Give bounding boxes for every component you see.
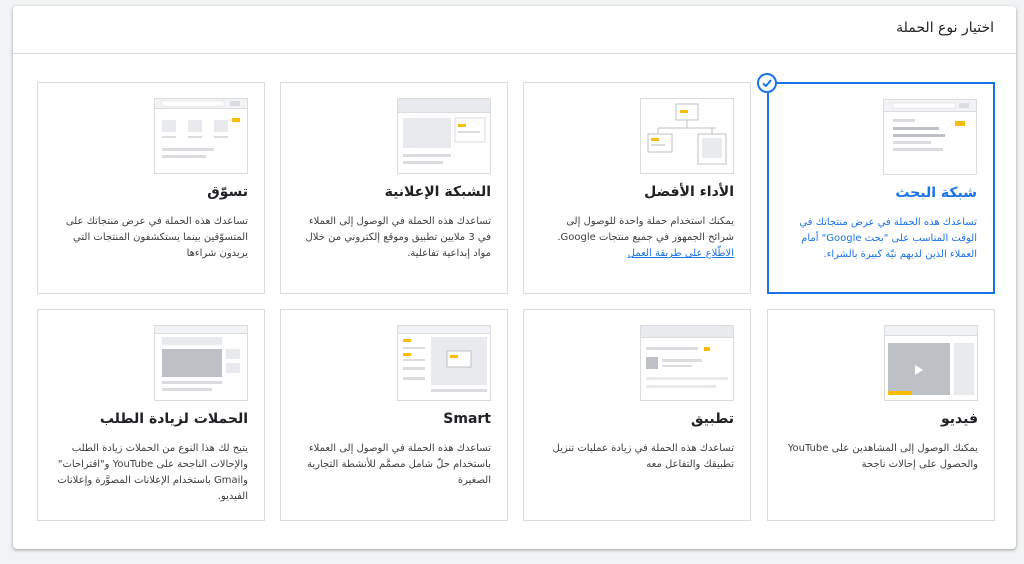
card-title: شبكة البحث bbox=[895, 185, 977, 201]
card-title: الحملات لزيادة الطلب bbox=[99, 411, 248, 427]
selected-check-icon bbox=[757, 73, 777, 93]
card-video[interactable]: فيديو يمكنك الوصول إلى المشاهدين على You… bbox=[767, 309, 995, 521]
card-description: يمكنك الوصول إلى المشاهدين على YouTube و… bbox=[787, 443, 978, 470]
card-performance-max[interactable]: الأداء الأفضل يمكنك استخدام حملة واحدة ل… bbox=[523, 82, 751, 294]
card-description: تساعدك هذه الحملة في عرض منتجاتك في الوق… bbox=[799, 217, 977, 260]
page-title: اختيار نوع الحملة bbox=[896, 20, 994, 36]
card-title: تطبيق bbox=[691, 411, 734, 427]
card-title: الشبكة الإعلانية bbox=[384, 184, 491, 200]
card-description: تساعدك هذه الحملة في الوصول إلى العملاء … bbox=[307, 443, 491, 486]
card-title: تسوّق bbox=[207, 184, 248, 200]
card-description-text: يمكنك استخدام حملة واحدة للوصول إلى شرائ… bbox=[557, 216, 734, 243]
app-illustration bbox=[640, 325, 734, 401]
video-illustration bbox=[884, 325, 978, 401]
card-search[interactable]: شبكة البحث تساعدك هذه الحملة في عرض منتج… bbox=[767, 82, 995, 294]
panel-header: اختيار نوع الحملة bbox=[13, 6, 1016, 54]
performance-max-illustration bbox=[640, 98, 734, 174]
card-smart[interactable]: Smart تساعدك هذه الحملة في الوصول إلى ال… bbox=[280, 309, 508, 521]
shopping-illustration bbox=[154, 98, 248, 174]
card-description: تساعدك هذه الحملة في زيادة عمليات تنزيل … bbox=[552, 443, 734, 470]
card-demand-gen[interactable]: الحملات لزيادة الطلب يتيح لك هذا النوع م… bbox=[37, 309, 265, 521]
card-description: تساعدك هذه الحملة في الوصول إلى العملاء … bbox=[305, 216, 491, 259]
card-description: يتيح لك هذا النوع من الحملات زيادة الطلب… bbox=[57, 443, 248, 502]
card-description: تساعدك هذه الحملة في عرض منتجاتك على الم… bbox=[65, 216, 248, 259]
smart-illustration bbox=[397, 325, 491, 401]
card-description: يمكنك استخدام حملة واحدة للوصول إلى شرائ… bbox=[538, 214, 734, 262]
campaign-type-panel: اختيار نوع الحملة شبكة البحث تساعدك هذه … bbox=[13, 6, 1016, 549]
card-app[interactable]: تطبيق تساعدك هذه الحملة في زيادة عمليات … bbox=[523, 309, 751, 521]
display-network-illustration bbox=[397, 98, 491, 174]
demand-gen-illustration bbox=[154, 325, 248, 401]
card-title: Smart bbox=[443, 411, 491, 427]
search-illustration bbox=[883, 99, 977, 175]
card-shopping[interactable]: تسوّق تساعدك هذه الحملة في عرض منتجاتك ع… bbox=[37, 82, 265, 294]
card-display-network[interactable]: الشبكة الإعلانية تساعدك هذه الحملة في ال… bbox=[280, 82, 508, 294]
card-title: فيديو bbox=[940, 411, 978, 427]
card-title: الأداء الأفضل bbox=[644, 184, 734, 200]
learn-how-link[interactable]: الاطّلاع على طريقة العمل bbox=[628, 248, 734, 259]
